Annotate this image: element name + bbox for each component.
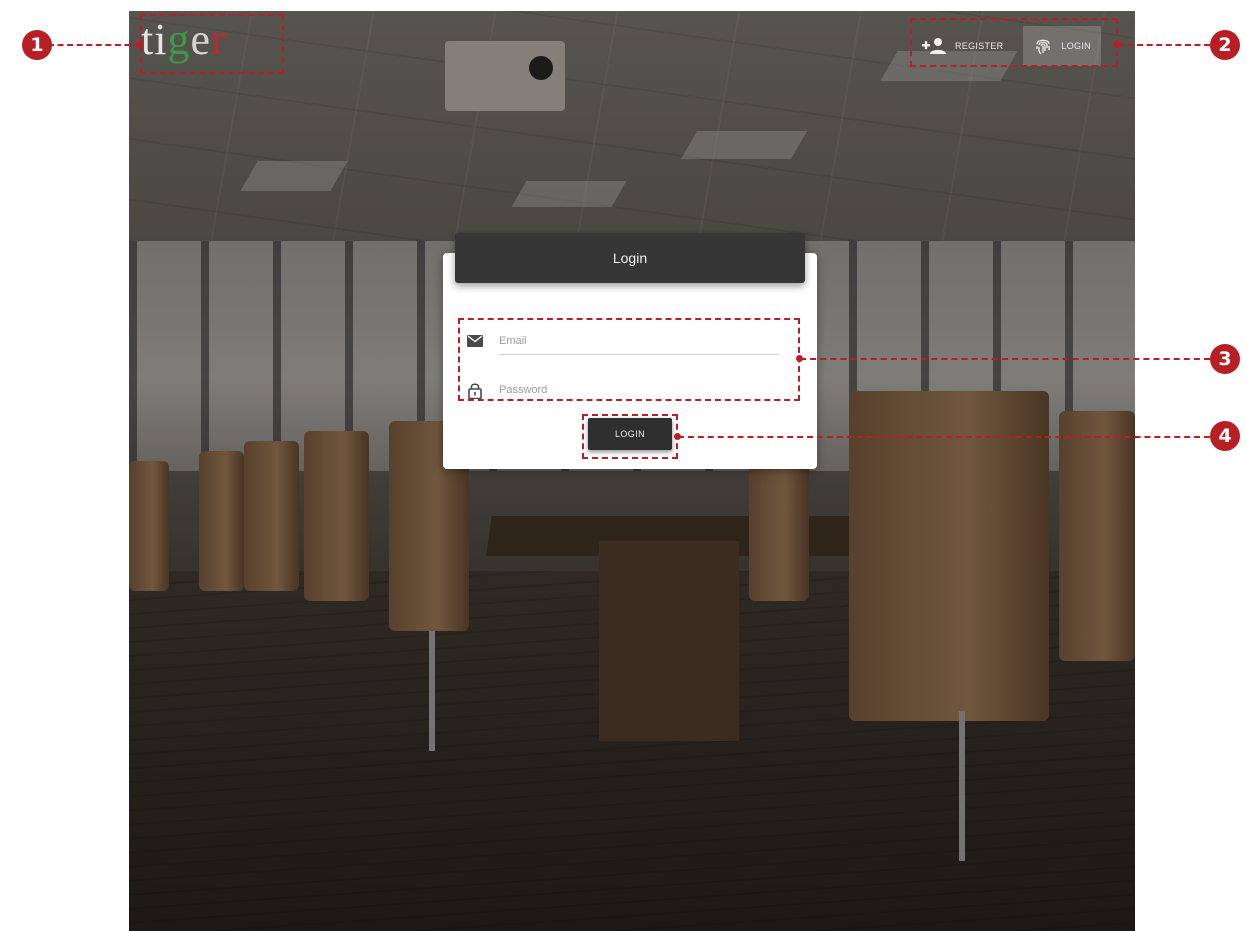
callout-line <box>678 436 1210 438</box>
login-button-highlight-box <box>582 414 678 459</box>
marker-4: 4 <box>1210 421 1240 451</box>
callout-dot <box>1114 41 1121 48</box>
callout-dot <box>136 41 143 48</box>
callout-dot <box>796 355 803 362</box>
marker-1: 1 <box>22 30 52 60</box>
page: tiger REGISTER LOGIN Login Email LOGIN 1… <box>0 0 1247 931</box>
callout-dot <box>674 433 681 440</box>
login-card-header: Login <box>455 233 805 283</box>
callout-line <box>1118 44 1210 46</box>
callout-line <box>800 358 1210 360</box>
marker-2: 2 <box>1210 30 1240 60</box>
marker-3: 3 <box>1210 344 1240 374</box>
logo-highlight-box <box>140 14 284 74</box>
fields-highlight-box <box>458 318 800 401</box>
nav-highlight-box <box>910 18 1118 67</box>
login-card-title: Login <box>612 250 648 266</box>
callout-line <box>48 44 140 46</box>
background-shade <box>129 11 1135 931</box>
login-page-screenshot: tiger REGISTER LOGIN Login Email LOGIN <box>129 11 1135 931</box>
